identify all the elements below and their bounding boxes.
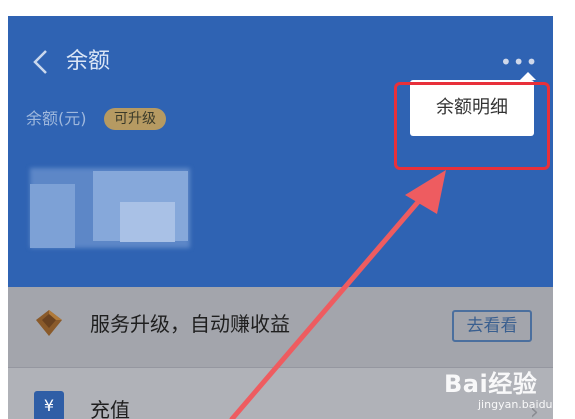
highlight-box: [394, 82, 550, 170]
diamond-icon: [34, 308, 64, 338]
upgrade-badge[interactable]: 可升级: [104, 108, 166, 130]
back-arrow-icon[interactable]: [26, 46, 58, 78]
go-see-button[interactable]: 去看看: [452, 310, 532, 342]
recharge-icon: ¥: [34, 391, 64, 419]
page-title: 余额: [66, 49, 111, 74]
recharge-label: 充值: [90, 398, 130, 419]
more-menu-icon[interactable]: •••: [500, 50, 537, 74]
app-screen: 余额 ••• 余额(元) 可升级 服务升级，自动赚收益 去看看 ¥ 充值 ›: [8, 16, 553, 419]
watermark-url: jingyan.baidu.com: [478, 398, 575, 411]
balance-label: 余额(元): [26, 109, 87, 128]
popup-pointer: [520, 72, 536, 80]
service-upgrade-label: 服务升级，自动赚收益: [90, 312, 290, 336]
watermark-logo-text: Bai经验: [444, 370, 538, 398]
baidu-watermark: Bai经验 jingyan.baidu.com: [440, 360, 575, 416]
